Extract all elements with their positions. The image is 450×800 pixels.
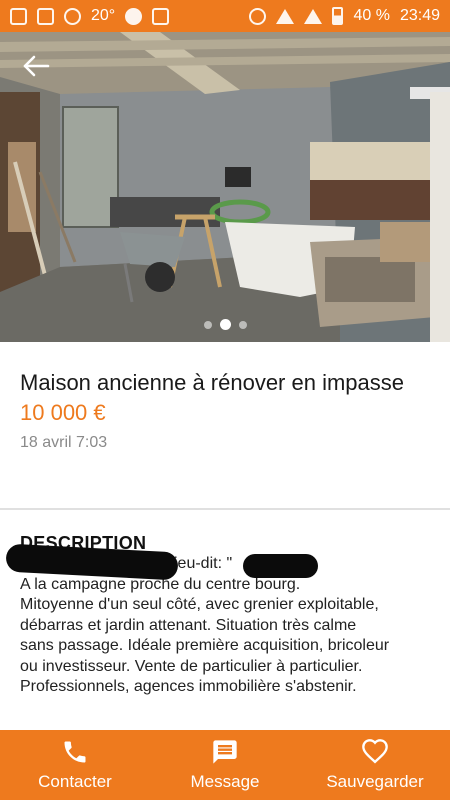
heart-icon [362,739,388,764]
temperature-text: 20° [91,7,116,24]
back-arrow-icon[interactable] [22,54,50,78]
listing-date: 18 avril 7:03 [20,434,108,451]
phone-icon [64,741,86,763]
gallery-dot[interactable] [238,320,247,329]
contact-button[interactable]: Contacter [0,730,150,800]
message-label: Message [190,772,260,791]
instagram-icon [37,7,54,25]
gallery-dot[interactable] [203,320,212,329]
listing-price: 10 000 € [20,400,106,425]
description-line: sans passage. Idéale première acquisitio… [20,637,390,654]
message-icon [213,740,237,764]
gallery-icon [10,7,27,25]
status-icons-right: 40 % 23:49 [249,7,440,25]
gallery-pagination[interactable] [0,319,450,330]
signal-icon [304,8,323,24]
listing-title: Maison ancienne à rénover en impasse [20,370,405,395]
wifi-icon [276,8,295,24]
listing-info: Maison ancienne à rénover en impasse 10 … [0,342,450,508]
contact-label: Contacter [38,772,112,791]
weather-icon [125,7,143,25]
listing-photo[interactable] [0,32,450,342]
description-line: débarras et jardin attenant. Situation t… [20,616,357,634]
description-line: Professionnels, agences immobilière s'ab… [20,678,357,695]
do-not-disturb-icon [249,7,267,25]
description-line: ou investisseur. Vente de particulier à … [20,657,363,675]
save-button[interactable]: Sauvegarder [300,730,450,800]
chrome-icon [64,7,81,25]
description-line: A la campagne proche du centre bourg. [20,575,301,593]
message-button[interactable]: Message [150,730,300,800]
battery-icon [332,7,344,25]
status-bar: 20° 40 % 23:49 [0,0,450,32]
clock: 23:49 [399,7,440,24]
action-bar: Contacter Message Sauvegarder [0,730,450,800]
status-icons-left: 20° [10,7,170,25]
photo-illustration [0,32,450,342]
redaction-mark [243,554,318,578]
notification-icon [152,7,170,25]
battery-level: 40 % [353,7,390,24]
save-label: Sauvegarder [326,772,424,791]
description-line: Mitoyenne d'un seul côté, avec grenier e… [20,596,379,613]
gallery-dot-active[interactable] [219,319,231,330]
section-divider [0,508,450,510]
